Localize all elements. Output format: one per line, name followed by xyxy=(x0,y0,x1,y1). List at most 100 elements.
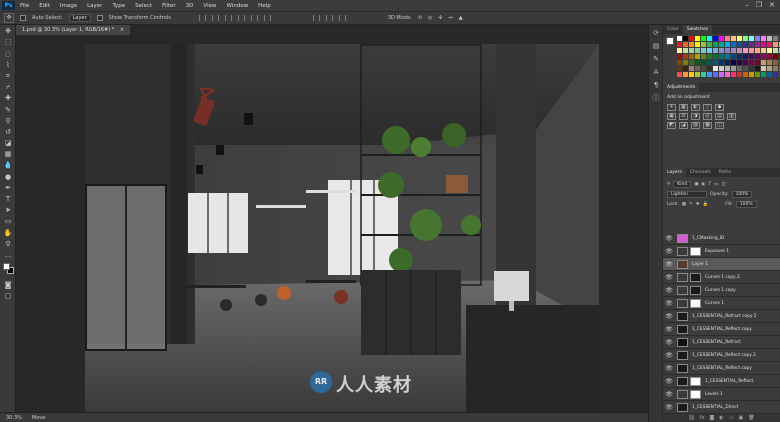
character-panel-icon[interactable]: A xyxy=(651,67,661,77)
swatch[interactable] xyxy=(755,48,760,53)
swatch[interactable] xyxy=(767,42,772,47)
swatch[interactable] xyxy=(725,72,730,77)
adjustment-icon[interactable]: ◎ xyxy=(703,113,712,120)
paragraph-panel-icon[interactable]: ¶ xyxy=(651,80,661,90)
swatch[interactable] xyxy=(749,66,754,71)
swatch[interactable] xyxy=(707,36,712,41)
swatch[interactable] xyxy=(773,54,778,59)
adjustment-icon[interactable]: ▤ xyxy=(715,113,724,120)
lasso-tool-icon[interactable]: ◌ xyxy=(2,49,14,59)
zoom-level[interactable]: 30.3% xyxy=(6,415,22,421)
swatch[interactable] xyxy=(773,72,778,77)
layer-row[interactable]: 👁 1_CESSENTIAL_Direct xyxy=(663,401,780,414)
distribute-h-icon[interactable] xyxy=(325,15,333,21)
swatch[interactable] xyxy=(683,48,688,53)
swatch[interactable] xyxy=(761,66,766,71)
swatch[interactable] xyxy=(707,48,712,53)
layer-row[interactable]: 👁 1_CESSENTIAL_Reflect copy xyxy=(663,362,780,375)
swatch[interactable] xyxy=(743,54,748,59)
swatch[interactable] xyxy=(713,36,718,41)
visibility-eye-icon[interactable]: 👁 xyxy=(665,391,673,398)
filter-pixel-icon[interactable]: ▣ xyxy=(694,182,698,187)
more-tools-icon[interactable]: … xyxy=(2,250,14,260)
eraser-tool-icon[interactable]: ◪ xyxy=(2,138,14,148)
swatch[interactable] xyxy=(737,72,742,77)
swatch[interactable] xyxy=(719,66,724,71)
swatch[interactable] xyxy=(755,60,760,65)
swatch[interactable] xyxy=(755,72,760,77)
filter-shape-icon[interactable]: ▭ xyxy=(714,182,718,187)
swatch[interactable] xyxy=(743,60,748,65)
layer-row[interactable]: 👁 1_CESSENTIAL_Refract copy 2 xyxy=(663,310,780,323)
swatch[interactable] xyxy=(701,72,706,77)
adjustment-icon[interactable]: ▩ xyxy=(703,122,712,129)
opacity-input[interactable]: 100% xyxy=(731,190,753,198)
visibility-eye-icon[interactable]: 👁 xyxy=(665,404,673,411)
swatch[interactable] xyxy=(767,54,772,59)
layer-row[interactable]: 👁 Layer 1 xyxy=(663,258,780,271)
swatch[interactable] xyxy=(743,48,748,53)
layer-row[interactable]: 👁 1_CESSENTIAL_Reflect xyxy=(663,375,780,388)
visibility-eye-icon[interactable]: 👁 xyxy=(665,313,673,320)
swatch[interactable] xyxy=(767,60,772,65)
crop-tool-icon[interactable]: ⌗ xyxy=(2,71,14,81)
swatch[interactable] xyxy=(713,48,718,53)
swatch[interactable] xyxy=(695,48,700,53)
3d-pan-icon[interactable]: ✣ xyxy=(438,15,442,21)
adjustment-icon[interactable]: ▦ xyxy=(679,104,688,111)
layer-row[interactable]: 👁 Curves 1 copy 2 xyxy=(663,271,780,284)
clone-stamp-tool-icon[interactable]: ⚲ xyxy=(2,116,14,126)
history-panel-icon[interactable]: ⟳ xyxy=(651,28,661,38)
align-center-icon[interactable] xyxy=(250,15,258,21)
swatch[interactable] xyxy=(749,36,754,41)
swatch[interactable] xyxy=(683,72,688,77)
swatch[interactable] xyxy=(683,60,688,65)
close-tab-icon[interactable]: × xyxy=(120,27,124,33)
lock-move-icon[interactable]: ✥ xyxy=(696,202,700,207)
layer-row[interactable]: 👁 1_CESSENTIAL_Reflect copy 2 xyxy=(663,349,780,362)
menu-3d[interactable]: 3D xyxy=(181,3,199,9)
distribute-icon[interactable] xyxy=(312,15,320,21)
quick-mask-icon[interactable]: ◙ xyxy=(2,280,14,290)
swatch[interactable] xyxy=(731,66,736,71)
foreground-color-swatch[interactable] xyxy=(3,262,10,270)
swatch[interactable] xyxy=(689,36,694,41)
swatch[interactable] xyxy=(755,42,760,47)
swatch[interactable] xyxy=(773,48,778,53)
layer-mask-thumbnail[interactable] xyxy=(690,246,701,256)
lock-all-icon[interactable]: 🔒 xyxy=(703,202,709,207)
swatch[interactable] xyxy=(755,66,760,71)
move-tool-icon[interactable]: ✥ xyxy=(4,13,14,23)
swatch[interactable] xyxy=(719,72,724,77)
swatch[interactable] xyxy=(713,54,718,59)
swatch[interactable] xyxy=(737,66,742,71)
layer-row[interactable]: 👁 1_CESSENTIAL_Refract xyxy=(663,336,780,349)
swatch[interactable] xyxy=(773,42,778,47)
swatch[interactable] xyxy=(731,36,736,41)
swatch[interactable] xyxy=(701,60,706,65)
swatch[interactable] xyxy=(761,48,766,53)
swatch[interactable] xyxy=(677,66,682,71)
visibility-eye-icon[interactable]: 👁 xyxy=(665,235,673,242)
swatch[interactable] xyxy=(767,66,772,71)
swatch[interactable] xyxy=(743,66,748,71)
new-layer-icon[interactable]: ▣ xyxy=(738,415,743,421)
swatch[interactable] xyxy=(683,66,688,71)
3d-roll-icon[interactable]: ◎ xyxy=(428,15,432,21)
swatch[interactable] xyxy=(695,54,700,59)
quick-select-tool-icon[interactable]: ⌇ xyxy=(2,60,14,70)
swatch[interactable] xyxy=(677,42,682,47)
swatch[interactable] xyxy=(707,54,712,59)
visibility-eye-icon[interactable]: 👁 xyxy=(665,339,673,346)
layer-mask-thumbnail[interactable] xyxy=(690,285,701,295)
layer-style-icon[interactable]: fx xyxy=(700,415,705,421)
swatch[interactable] xyxy=(731,60,736,65)
swatch[interactable] xyxy=(749,48,754,53)
align-bottom-icon[interactable] xyxy=(224,15,232,21)
swatch[interactable] xyxy=(677,72,682,77)
swatch[interactable] xyxy=(677,36,682,41)
swatch[interactable] xyxy=(731,72,736,77)
swatch[interactable] xyxy=(695,42,700,47)
layer-row[interactable]: 👁 Curves 1 copy xyxy=(663,284,780,297)
path-select-tool-icon[interactable]: ➤ xyxy=(2,205,14,215)
